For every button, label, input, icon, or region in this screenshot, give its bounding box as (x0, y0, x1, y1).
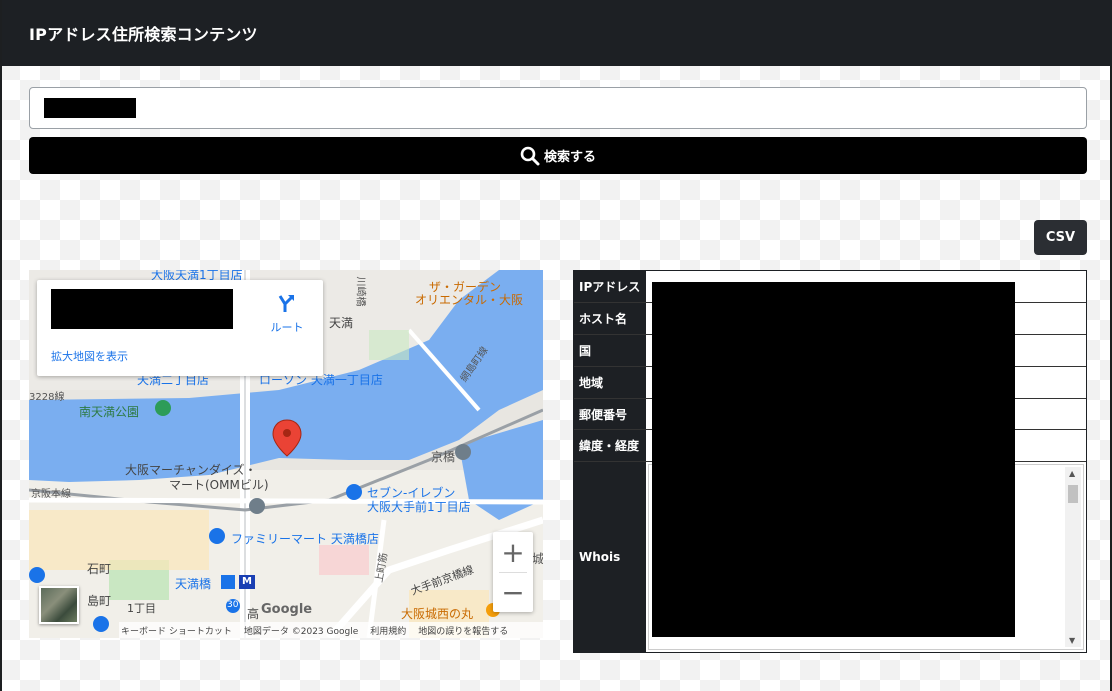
scroll-up-icon[interactable]: ▲ (1069, 469, 1075, 478)
scroll-thumb[interactable] (1068, 485, 1078, 503)
map-label: ファミリーマート 天満橋店 (231, 532, 379, 546)
row-label: 国 (574, 335, 646, 366)
zoom-controls: + − (493, 532, 533, 612)
map-data-attribution: 地図データ ©2023 Google (243, 626, 359, 637)
row-label: IPアドレス (574, 271, 646, 302)
row-label: 郵便番号 (574, 399, 646, 429)
map-label: 大阪城西の丸 (401, 607, 474, 621)
map-footer: キーボード ショートカット 地図データ ©2023 Google 利用規約 地図… (119, 622, 543, 638)
zoom-divider (499, 572, 527, 573)
satellite-toggle[interactable] (39, 586, 79, 624)
map-label: 高 (247, 607, 260, 621)
google-map[interactable]: ザ・ガーデン オリエンタル・大阪 天満 ローソン 天満一丁目店 南天満公園 京橋… (29, 270, 543, 638)
zoom-in-button[interactable]: + (493, 532, 533, 572)
route-button[interactable]: ルート (265, 292, 309, 335)
report-error-link[interactable]: 地図の誤りを報告する (418, 624, 508, 637)
map-label: 南天満公園 (79, 405, 140, 419)
map-label: 石町 (87, 562, 112, 576)
map-label: 島町 (87, 594, 112, 608)
redacted-input-value (44, 98, 136, 118)
whois-scrollbar[interactable]: ▲ ▼ (1065, 467, 1081, 647)
map-label: オリエンタル・大阪 (415, 293, 524, 307)
row-label: ホスト名 (574, 303, 646, 334)
map-label: 城 (532, 552, 543, 566)
map-label: マート(OMMビル) (169, 478, 269, 492)
route-label: ルート (270, 321, 304, 334)
redacted-info-values (652, 282, 1015, 637)
row-label: Whois (574, 462, 646, 652)
page-title: IPアドレス住所検索コンテンツ (29, 25, 258, 44)
search-button-label: 検索する (543, 150, 596, 165)
map-label: 天満 (329, 316, 354, 330)
map-place-card: ルート 拡大地図を表示 (37, 280, 323, 376)
enlarge-map-link[interactable]: 拡大地図を表示 (51, 348, 128, 364)
scroll-down-icon[interactable]: ▼ (1069, 636, 1075, 645)
map-label: 大阪大手前1丁目店 (367, 500, 471, 514)
zoom-out-button[interactable]: − (493, 572, 533, 612)
search-button[interactable]: 検索する (29, 137, 1087, 174)
map-label: 京阪本線 (31, 489, 71, 500)
keyboard-shortcuts-link[interactable]: キーボード ショートカット (121, 624, 232, 637)
top-header: IPアドレス住所検索コンテンツ (2, 0, 1112, 66)
map-label: 川崎橋 (354, 276, 366, 307)
google-logo: Google (261, 602, 313, 617)
directions-icon (278, 295, 294, 312)
redacted-place-name (51, 289, 233, 329)
map-label: 1丁目 (127, 602, 156, 615)
map-label: 3228線 (29, 392, 65, 403)
map-label: 京橋 (431, 450, 456, 464)
search-icon (520, 146, 540, 165)
row-label: 地域 (574, 367, 646, 398)
map-label: 30 (227, 600, 239, 610)
search-input[interactable] (29, 87, 1087, 129)
terms-link[interactable]: 利用規約 (370, 624, 406, 637)
csv-button[interactable]: CSV (1034, 220, 1087, 255)
map-label: 天満橋 (175, 577, 212, 591)
row-label: 緯度・経度 (574, 430, 646, 461)
map-label: M (242, 576, 252, 587)
